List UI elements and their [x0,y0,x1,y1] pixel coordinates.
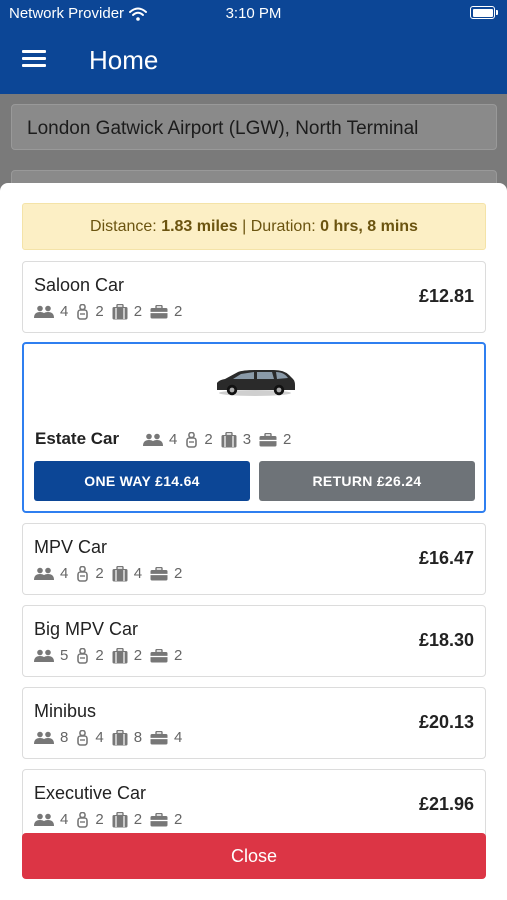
status-bar: Network Provider 3:10 PM [0,0,507,28]
luggage-icon [112,303,128,319]
passengers-count: 5 [60,647,69,664]
vehicle-name: Saloon Car [34,275,125,295]
luggage-count: 4 [133,565,143,582]
vehicle-specs: 5 2 2 2 [34,647,190,664]
passengers-icon [34,731,54,744]
passengers-count: 4 [60,565,69,582]
vehicle-specs: 4 2 3 2 [143,431,299,448]
hand-luggage-icon [150,648,168,662]
luggage-count: 2 [133,647,143,664]
hand-luggage-icon [150,812,168,826]
luggage-count: 8 [133,729,143,746]
vehicle-card-mpv[interactable]: MPV Car 4 2 4 2 £16.47 [22,523,486,595]
vehicle-name: Big MPV Car [34,619,139,639]
hand-luggage-icon [150,730,168,744]
distance-value: 1.83 miles [161,218,238,235]
vehicle-card-executive[interactable]: Executive Car 4 2 2 2 £21.96 [22,769,486,841]
luggage-icon [112,811,128,827]
luggage-count: 3 [242,431,252,448]
child-seats-count: 2 [95,647,104,664]
hand-luggage-icon [150,304,168,318]
car-image [217,370,295,396]
close-button[interactable]: Close [22,833,486,879]
nav-bar: Home [0,28,507,94]
one-way-button[interactable]: ONE WAY £14.64 [34,461,250,501]
luggage-count: 2 [133,811,143,828]
vehicle-name: Executive Car [34,783,147,803]
route-info-banner: Distance: 1.83 miles | Duration: 0 hrs, … [22,203,486,250]
child-seat-icon [77,811,89,828]
child-seat-icon [77,647,89,664]
vehicle-price: £20.13 [418,712,474,732]
passengers-count: 8 [60,729,69,746]
vehicle-sheet: Distance: 1.83 miles | Duration: 0 hrs, … [0,183,507,900]
luggage-count: 2 [133,303,143,320]
luggage-icon [112,565,128,581]
passengers-count: 4 [60,811,69,828]
child-seat-icon [77,565,89,582]
vehicle-specs: 4 2 2 2 [34,303,190,320]
vehicle-name: Estate Car [35,429,120,448]
passengers-count: 4 [60,303,69,320]
luggage-icon [112,729,128,745]
hand-luggage-count: 2 [174,811,183,828]
hand-luggage-count: 2 [283,431,292,448]
vehicle-specs: 4 2 4 2 [34,565,190,582]
info-separator: | [242,218,247,235]
vehicle-card-big-mpv[interactable]: Big MPV Car 5 2 2 2 £18.30 [22,605,486,677]
luggage-icon [221,431,237,447]
return-button[interactable]: RETURN £26.24 [259,461,475,501]
duration-value: 0 hrs, 8 mins [320,218,418,235]
hand-luggage-icon [150,566,168,580]
status-time: 3:10 PM [225,5,282,22]
passengers-icon [34,813,54,826]
vehicle-card-estate-selected[interactable]: Estate Car 4 2 3 2 ONE WAY £14.64 RETURN… [22,342,486,513]
child-seats-count: 4 [95,729,104,746]
vehicle-card-saloon[interactable]: Saloon Car 4 2 2 2 £12.81 [22,261,486,333]
duration-label: Duration: [250,218,316,235]
passengers-icon [34,567,54,580]
passengers-icon [34,649,54,662]
vehicle-price: £16.47 [418,548,474,568]
passengers-count: 4 [169,431,178,448]
vehicle-price: £18.30 [418,630,474,650]
vehicle-card-minibus[interactable]: Minibus 8 4 8 4 £20.13 [22,687,486,759]
hand-luggage-icon [259,432,277,446]
vehicle-price: £12.81 [418,286,474,306]
child-seats-count: 2 [95,811,104,828]
menu-icon[interactable] [22,50,48,70]
battery-icon [470,6,498,19]
hand-luggage-count: 2 [174,303,183,320]
pickup-field[interactable]: London Gatwick Airport (LGW), North Term… [11,104,497,150]
hand-luggage-count: 2 [174,647,183,664]
child-seat-icon [77,303,89,320]
hand-luggage-count: 2 [174,565,183,582]
vehicle-name: Minibus [34,701,97,721]
child-seats-count: 2 [95,303,104,320]
vehicle-specs: 8 4 8 4 [34,729,190,746]
child-seats-count: 2 [95,565,104,582]
vehicle-specs: 4 2 2 2 [34,811,190,828]
child-seats-count: 2 [204,431,213,448]
vehicle-price: £21.96 [418,794,474,814]
hand-luggage-count: 4 [174,729,183,746]
child-seat-icon [186,431,198,448]
child-seat-icon [77,729,89,746]
distance-label: Distance: [90,218,157,235]
passengers-icon [143,433,163,446]
vehicle-name: MPV Car [34,537,108,557]
luggage-icon [112,647,128,663]
passengers-icon [34,305,54,318]
page-title: Home [89,45,159,75]
